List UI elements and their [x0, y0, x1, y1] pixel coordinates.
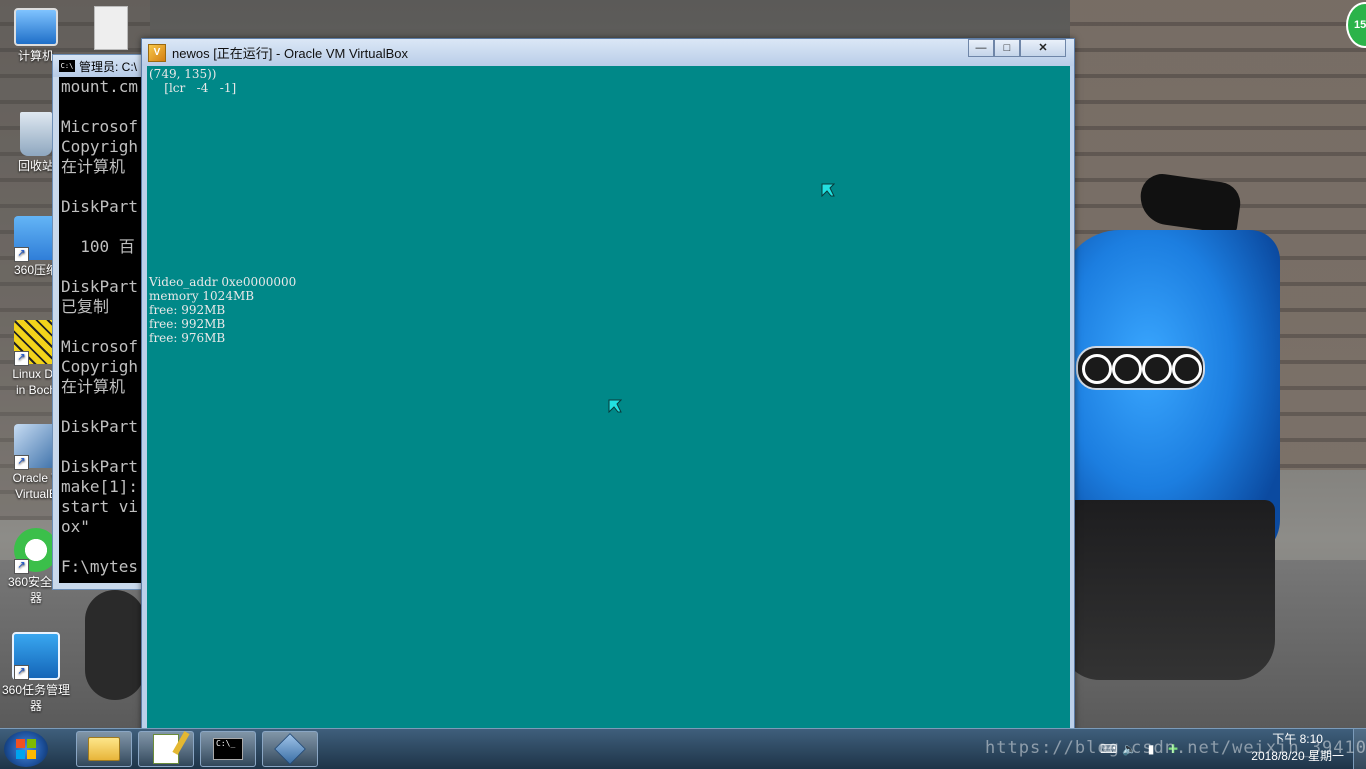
vbox-titlebar[interactable]: V newos [正在运行] - Oracle VM VirtualBox — …: [142, 39, 1074, 66]
notepad-icon: [153, 734, 179, 764]
windows-logo-icon: [16, 739, 36, 759]
cmd-line: 已复制: [61, 297, 110, 316]
recycle-bin-icon: [20, 112, 52, 156]
cmd-line: F:\mytes: [61, 557, 139, 576]
mouse-cursor-icon: [821, 183, 835, 197]
maximize-button[interactable]: □: [994, 39, 1020, 57]
cmd-line: DiskPart: [61, 457, 139, 476]
taskbar-notepadpp[interactable]: [138, 731, 194, 767]
window-controls: — □ ✕: [968, 39, 1066, 57]
cmd-title: 管理员: C:\: [79, 59, 138, 74]
vm-text-free-2: free: 992MB: [149, 317, 226, 331]
vm-text-video-addr: Video_addr 0xe0000000: [149, 275, 297, 289]
cmd-line: make[1]:: [61, 477, 139, 496]
vm-screen[interactable]: (749, 135)) [lcr -4 -1] Video_addr 0xe00…: [147, 66, 1070, 728]
cmd-line: 在计算机: [61, 377, 126, 396]
vbox-title: newos [正在运行] - Oracle VM VirtualBox: [172, 46, 408, 61]
cmd-line: [59, 397, 151, 417]
desktop-icon-360taskmgr[interactable]: ↗ 360任务管理 器: [0, 632, 72, 714]
cmd-titlebar[interactable]: C:\ 管理员: C:\: [53, 55, 151, 77]
watermark-text: https://blog.csdn.net/weixin_39410618: [985, 738, 1366, 758]
shortcut-arrow-icon: ↗: [14, 455, 29, 470]
cmd-line: [59, 177, 151, 197]
taskbar-virtualbox[interactable]: [262, 731, 318, 767]
cmd-line: [59, 437, 151, 457]
wallpaper-car-wheel: [85, 590, 145, 700]
cmd-line: 在计算机: [61, 157, 126, 176]
cmd-icon: C:\: [59, 60, 75, 72]
document-thumbnail-icon[interactable]: [94, 6, 128, 50]
vm-text-lcr: [lcr -4 -1]: [149, 81, 237, 95]
vm-text-memory: memory 1024MB: [149, 289, 255, 303]
cmd-line: [59, 217, 151, 237]
cmd-line: [59, 97, 151, 117]
cmd-line: Microsof: [61, 337, 139, 356]
taskbar-explorer[interactable]: [76, 731, 132, 767]
start-button[interactable]: [4, 731, 48, 767]
shortcut-arrow-icon: ↗: [14, 665, 29, 680]
vm-text-free-1: free: 992MB: [149, 303, 226, 317]
taskbar-cmd[interactable]: C:\_: [200, 731, 256, 767]
virtualbox-cube-icon: [274, 733, 306, 765]
computer-icon: [14, 8, 58, 46]
terminal-icon: C:\_: [213, 738, 243, 760]
mouse-cursor-icon: [608, 399, 622, 413]
cmd-line: DiskPart: [61, 417, 139, 436]
shortcut-arrow-icon: ↗: [14, 247, 29, 262]
folder-icon: [88, 737, 120, 761]
vm-text-free-3: free: 976MB: [149, 331, 226, 345]
cmd-line: ox": [61, 517, 90, 536]
cmd-window[interactable]: C:\ 管理员: C:\ mount.cm Microsof Copyrigh 在计算…: [52, 54, 152, 590]
wallpaper-car-headlights: [1076, 346, 1205, 390]
cmd-line: Microsof: [61, 117, 139, 136]
shortcut-arrow-icon: ↗: [14, 351, 29, 366]
shortcut-arrow-icon: ↗: [14, 559, 29, 574]
cmd-line: DiskPart: [61, 277, 139, 296]
desktop-icon-label: 360任务管理 器: [1, 683, 71, 713]
cmd-line: [59, 257, 151, 277]
vm-text-coords: (749, 135)): [149, 67, 217, 81]
cmd-line: 100 百: [61, 237, 135, 256]
cmd-line: [59, 317, 151, 337]
cmd-line: Copyrigh: [61, 357, 139, 376]
cmd-line: [59, 537, 151, 557]
wallpaper-car-grille: [1060, 500, 1275, 680]
cmd-line: start vi: [61, 497, 139, 516]
virtualbox-logo-icon: V: [148, 43, 166, 62]
cmd-line: Copyrigh: [61, 137, 139, 156]
cmd-line: DiskPart: [61, 197, 139, 216]
pulse-monitor-icon: ↗: [12, 632, 60, 680]
cmd-line: mount.cm: [61, 77, 139, 96]
minimize-button[interactable]: —: [968, 39, 994, 57]
virtualbox-window[interactable]: V newos [正在运行] - Oracle VM VirtualBox — …: [141, 38, 1075, 732]
close-button[interactable]: ✕: [1020, 39, 1066, 57]
cmd-console[interactable]: mount.cm Microsof Copyrigh 在计算机 DiskPart 100…: [59, 77, 151, 583]
